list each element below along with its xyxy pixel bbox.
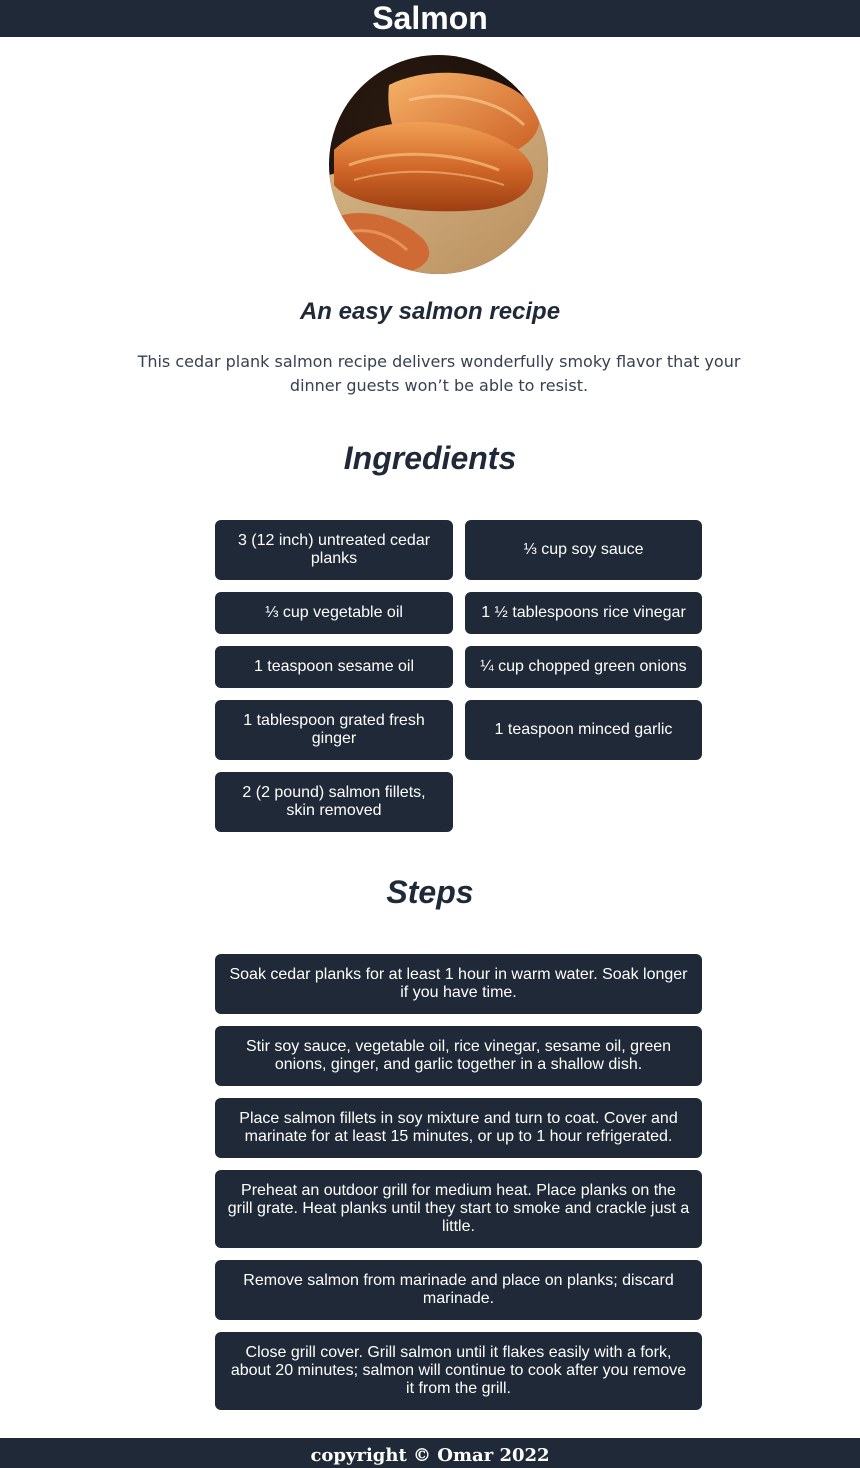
ingredient-card: 2 (2 pound) salmon fillets, skin removed — [215, 772, 453, 832]
ingredient-card: ⅓ cup soy sauce — [465, 520, 702, 580]
step-card: Stir soy sauce, vegetable oil, rice vine… — [215, 1026, 702, 1086]
step-card: Soak cedar planks for at least 1 hour in… — [215, 954, 702, 1014]
step-card: Preheat an outdoor grill for medium heat… — [215, 1170, 702, 1248]
step-card: Close grill cover. Grill salmon until it… — [215, 1332, 702, 1410]
steps-heading: Steps — [386, 874, 474, 910]
page-title: Salmon — [372, 0, 488, 36]
step-card: Place salmon fillets in soy mixture and … — [215, 1098, 702, 1158]
ingredients-grid: 3 (12 inch) untreated cedar planks ⅓ cup… — [215, 520, 702, 832]
ingredients-heading: Ingredients — [343, 440, 517, 476]
page: Salmon An easy salmon recipe This cedar … — [0, 0, 860, 1468]
steps-list: Soak cedar planks for at least 1 hour in… — [215, 954, 702, 1410]
ingredient-card: 3 (12 inch) untreated cedar planks — [215, 520, 453, 580]
ingredient-card: ¼ cup chopped green onions — [465, 646, 702, 688]
ingredient-card: 1 teaspoon minced garlic — [465, 700, 702, 760]
salmon-hero-image — [329, 55, 548, 274]
ingredient-card: 1 tablespoon grated fresh ginger — [215, 700, 453, 760]
step-card: Remove salmon from marinade and place on… — [215, 1260, 702, 1320]
ingredient-card: 1 ½ tablespoons rice vinegar — [465, 592, 702, 634]
salmon-photo — [329, 55, 548, 274]
copyright-text: copyright © Omar 2022 — [310, 1445, 550, 1466]
recipe-intro: This cedar plank salmon recipe delivers … — [137, 352, 741, 395]
recipe-subtitle: An easy salmon recipe — [299, 298, 561, 325]
ingredient-card: ⅓ cup vegetable oil — [215, 592, 453, 634]
page-header: Salmon — [0, 0, 860, 37]
page-footer: copyright © Omar 2022 — [0, 1438, 860, 1468]
ingredient-card: 1 teaspoon sesame oil — [215, 646, 453, 688]
